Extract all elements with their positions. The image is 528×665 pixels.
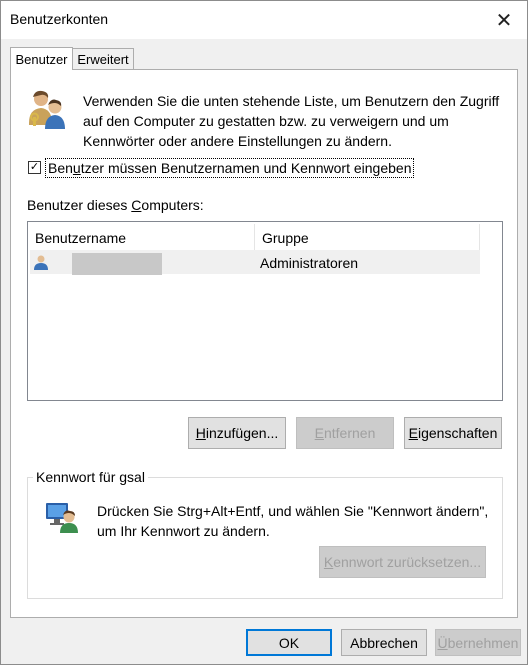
check-icon: ✓ [29,161,40,173]
close-button[interactable]: ✕ [481,1,527,39]
tab-erweitert-label: Erweitert [77,51,129,67]
users-icon [29,90,65,129]
ok-button[interactable]: OK [246,629,332,656]
tab-benutzer[interactable]: Benutzer [10,47,73,70]
reset-password-button[interactable]: Kennwort zurücksetzen... [319,546,486,578]
table-row[interactable]: Administratoren [30,250,480,275]
intro-text: Verwenden Sie die unten stehende Liste, … [83,93,500,149]
row-group: Administratoren [260,255,359,271]
column-header-username[interactable]: Benutzername [28,222,255,250]
redacted-username [72,253,162,275]
remove-user-button[interactable]: Entfernen [296,417,394,449]
user-password-icon [46,503,78,533]
column-divider[interactable] [479,224,480,250]
close-icon: ✕ [495,9,513,32]
user-icon [34,255,48,270]
users-section-label: Benutzer dieses Computers: [27,197,204,213]
require-login-label[interactable]: Benutzer müssen Benutzernamen und Kennwo… [45,158,415,178]
listview-header: Benutzername Gruppe [28,222,502,250]
apply-button[interactable]: Übernehmen [435,629,521,656]
users-listview[interactable]: Benutzername Gruppe Administratoren [27,221,503,401]
title-bar: Benutzerkonten ✕ [1,1,527,39]
tab-benutzer-label: Benutzer [15,51,68,67]
password-group-legend: Kennwort für gsal [33,468,148,486]
cancel-button[interactable]: Abbrechen [341,629,427,656]
window-title: Benutzerkonten [10,11,109,27]
tab-erweitert[interactable]: Erweitert [72,48,134,70]
require-login-checkbox[interactable]: ✓ [28,161,41,174]
properties-button[interactable]: Eigenschaften [404,417,502,449]
password-instructions: Drücken Sie Strg+Alt+Entf, und wählen Si… [97,503,489,539]
add-user-button[interactable]: Hinzufügen... [188,417,286,449]
dialog-window: Benutzerkonten ✕ Benutzer Erweitert Verw… [0,0,528,665]
column-header-group[interactable]: Gruppe [255,222,480,250]
